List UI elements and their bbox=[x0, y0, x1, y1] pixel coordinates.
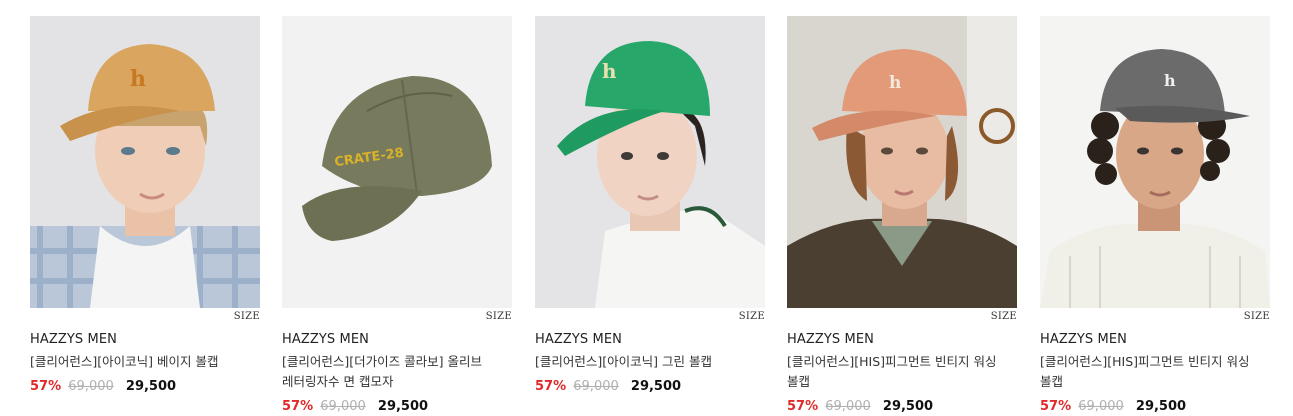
product-name[interactable]: [클리어런스][아이코닉] 그린 볼캡 bbox=[535, 352, 765, 372]
brand-name: HAZZYS MEN bbox=[282, 332, 369, 347]
svg-text:h: h bbox=[889, 73, 901, 93]
price-row: 57% 69,000 29,500 bbox=[282, 398, 512, 416]
discount-rate: 57% bbox=[30, 379, 62, 394]
svg-text:h: h bbox=[1164, 71, 1176, 90]
product-card[interactable]: h SIZE HAZZYS MEN [클리어런스][HIS]피그먼트 빈티지 워… bbox=[787, 16, 1017, 414]
product-grid: h SIZE HAZZYS MEN [클리어런스][아이코닉] 베이지 볼캡 5… bbox=[0, 0, 1293, 414]
product-photo-gray-cap: h bbox=[1040, 16, 1270, 308]
price-row: 57% 69,000 29,500 bbox=[30, 378, 260, 396]
product-image[interactable]: CRATE-28 bbox=[282, 16, 512, 308]
product-photo-olive-cap: CRATE-28 bbox=[282, 16, 512, 308]
product-card[interactable]: h SIZE HAZZYS MEN [클리어런스][아이코닉] 그린 볼캡 57… bbox=[535, 16, 765, 412]
product-photo-orange-cap: h bbox=[787, 16, 1017, 308]
size-label[interactable]: SIZE bbox=[787, 308, 1017, 325]
product-photo-beige-cap: h bbox=[30, 16, 260, 308]
product-name[interactable]: [클리어런스][더가이즈 콜라보] 올리브 레터링자수 면 캡모자 bbox=[282, 352, 512, 392]
product-image[interactable]: h bbox=[30, 16, 260, 308]
sale-price: 29,500 bbox=[125, 379, 177, 394]
svg-text:h: h bbox=[130, 66, 146, 92]
price-row: 57% 69,000 29,500 bbox=[535, 378, 765, 396]
product-name[interactable]: [클리어런스][HIS]피그먼트 빈티지 워싱 볼캡 bbox=[787, 352, 1017, 392]
product-image[interactable]: h bbox=[1040, 16, 1270, 308]
discount-rate: 57% bbox=[535, 379, 567, 394]
original-price: 69,000 bbox=[68, 379, 114, 394]
product-card[interactable]: CRATE-28 SIZE HAZZYS MEN [클리어런스][더가이즈 콜라… bbox=[282, 16, 512, 414]
size-label[interactable]: SIZE bbox=[535, 308, 765, 325]
brand-name: HAZZYS MEN bbox=[535, 332, 622, 347]
original-price: 69,000 bbox=[573, 379, 619, 394]
brand-name: HAZZYS MEN bbox=[1040, 332, 1127, 347]
product-card[interactable]: h SIZE HAZZYS MEN [클리어런스][아이코닉] 베이지 볼캡 5… bbox=[30, 16, 260, 412]
size-label[interactable]: SIZE bbox=[1040, 308, 1270, 325]
product-card[interactable]: h SIZE HAZZYS MEN [클리어런스][HIS]피그먼트 빈티지 워… bbox=[1040, 16, 1270, 414]
sale-price: 29,500 bbox=[630, 379, 682, 394]
product-name[interactable]: [클리어런스][HIS]피그먼트 빈티지 워싱 볼캡 bbox=[1040, 352, 1270, 392]
product-image[interactable]: h bbox=[535, 16, 765, 308]
price-row: 57% 69,000 29,500 bbox=[1040, 398, 1270, 416]
price-row: 57% 69,000 29,500 bbox=[787, 398, 1017, 416]
svg-text:h: h bbox=[602, 59, 617, 83]
product-name[interactable]: [클리어런스][아이코닉] 베이지 볼캡 bbox=[30, 352, 260, 372]
size-label[interactable]: SIZE bbox=[282, 308, 512, 325]
product-image[interactable]: h bbox=[787, 16, 1017, 308]
size-label[interactable]: SIZE bbox=[30, 308, 260, 325]
brand-name: HAZZYS MEN bbox=[30, 332, 117, 347]
product-photo-green-cap: h bbox=[535, 16, 765, 308]
brand-name: HAZZYS MEN bbox=[787, 332, 874, 347]
